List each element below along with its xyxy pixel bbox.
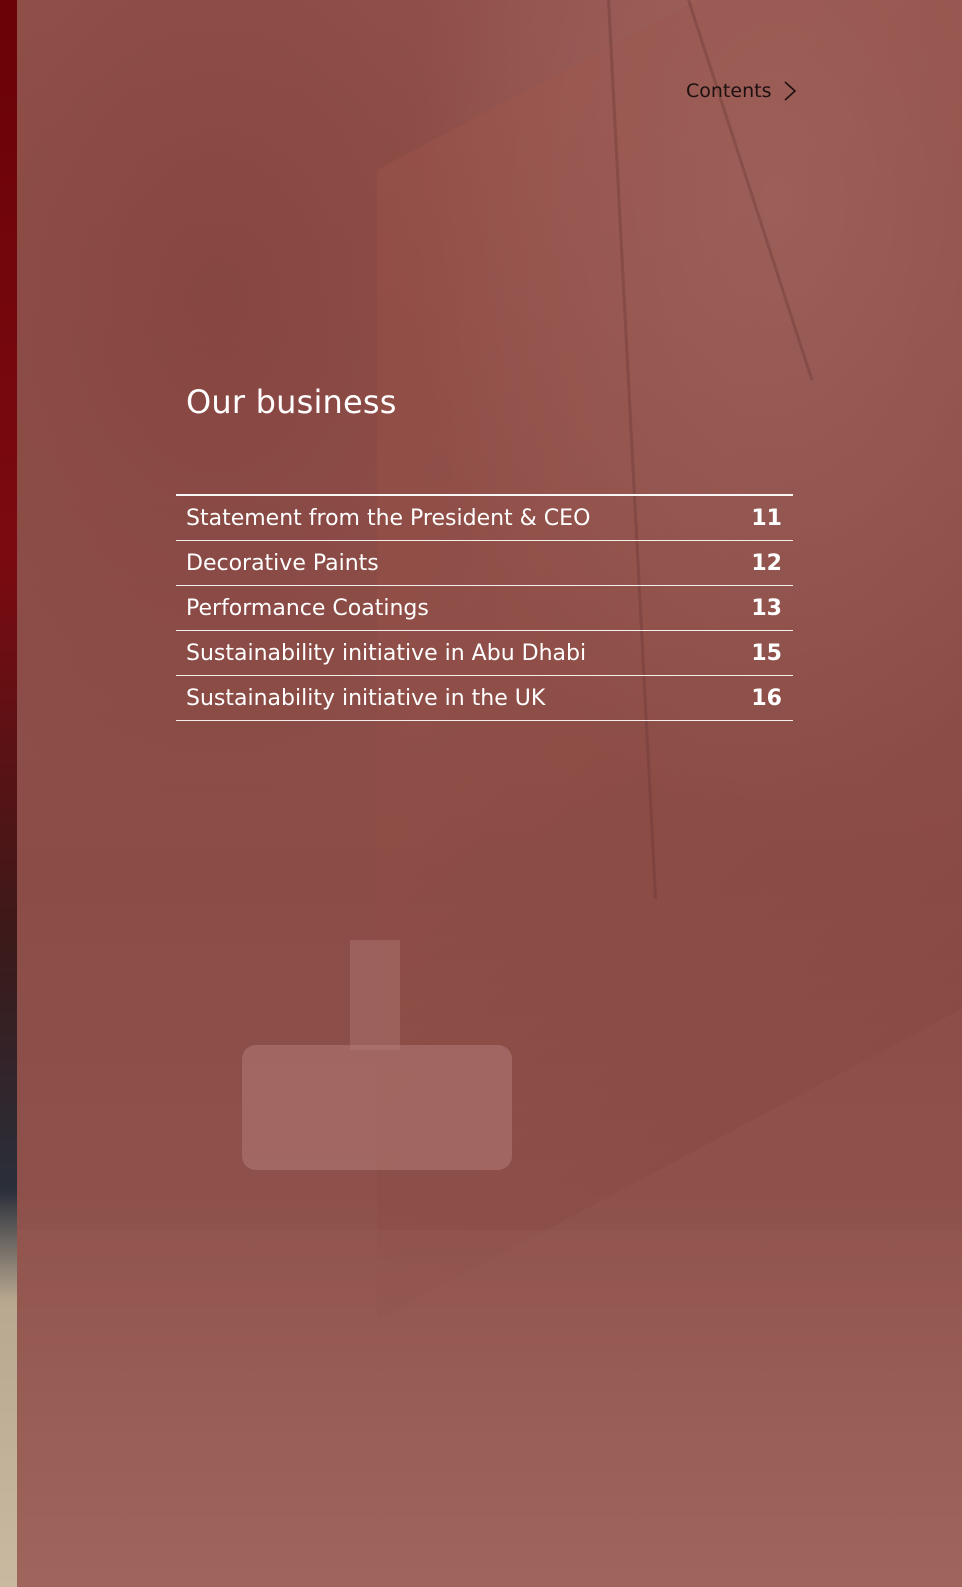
contents-link[interactable]: Contents [686,78,799,104]
chevron-right-icon [784,81,797,101]
toc-item-label: Sustainability initiative in Abu Dhabi [186,640,587,666]
toc-item-label: Performance Coatings [186,595,429,621]
toc-item-page: 11 [751,505,782,531]
left-edge-strip [0,0,17,1587]
toc-item[interactable]: Statement from the President & CEO 11 [176,496,793,541]
toc-item-page: 13 [751,595,782,621]
toc-item-label: Statement from the President & CEO [186,505,591,531]
toc-item-page: 15 [751,640,782,666]
table-of-contents: Statement from the President & CEO 11 De… [176,494,793,721]
background-photo [17,0,962,1587]
color-overlay [17,0,962,1587]
toc-item-page: 16 [751,685,782,711]
toc-item[interactable]: Decorative Paints 12 [176,541,793,586]
section-title: Our business [186,383,397,421]
toc-item-label: Decorative Paints [186,550,379,576]
toc-item-page: 12 [751,550,782,576]
toc-item[interactable]: Sustainability initiative in Abu Dhabi 1… [176,631,793,676]
toc-item[interactable]: Sustainability initiative in the UK 16 [176,676,793,721]
toc-item-label: Sustainability initiative in the UK [186,685,546,711]
contents-label: Contents [686,80,772,102]
toc-item[interactable]: Performance Coatings 13 [176,586,793,631]
